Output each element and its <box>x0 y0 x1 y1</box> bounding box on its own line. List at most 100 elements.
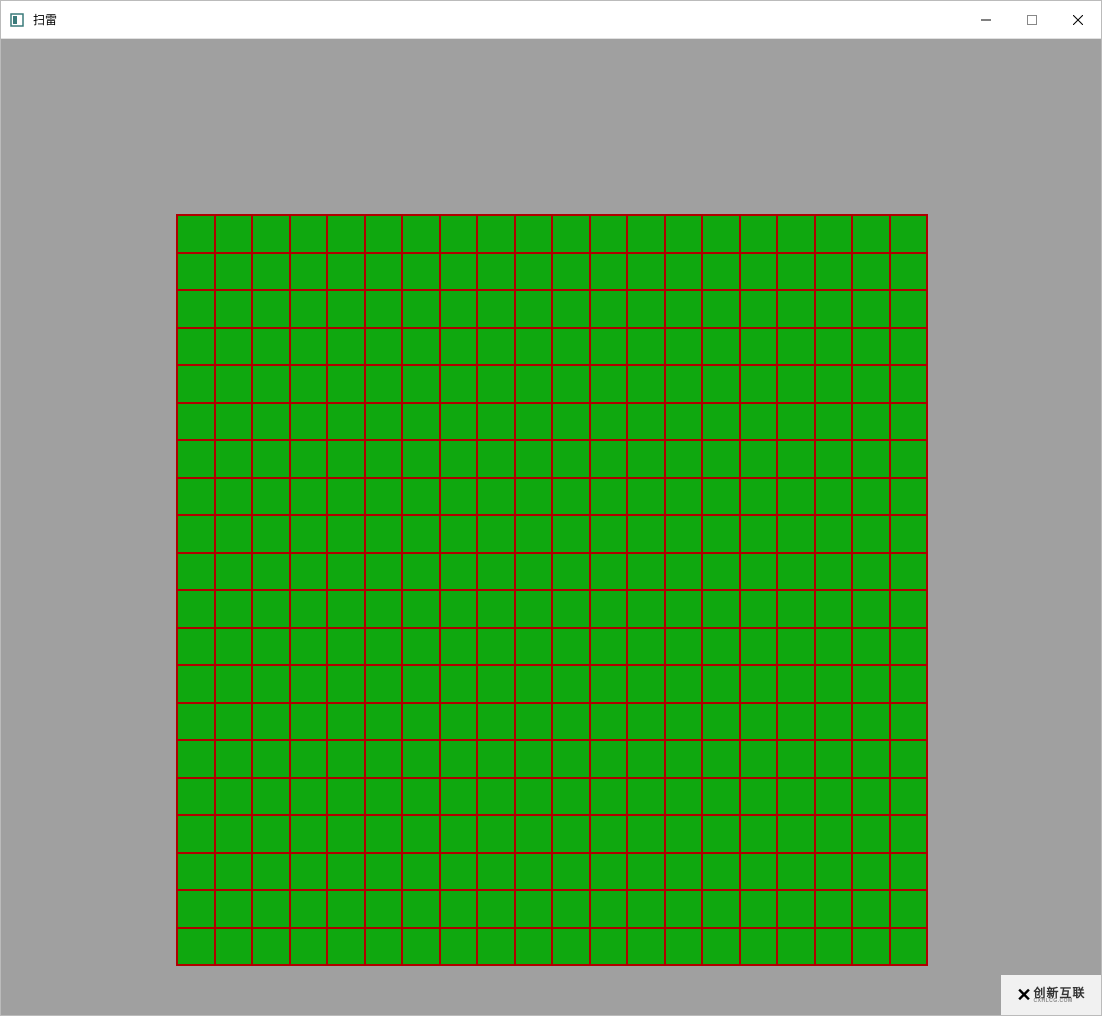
mine-cell[interactable] <box>177 740 215 778</box>
mine-cell[interactable] <box>627 590 665 628</box>
mine-cell[interactable] <box>327 928 365 966</box>
mine-cell[interactable] <box>852 665 890 703</box>
mine-cell[interactable] <box>590 778 628 816</box>
mine-cell[interactable] <box>740 853 778 891</box>
mine-cell[interactable] <box>702 478 740 516</box>
mine-cell[interactable] <box>552 553 590 591</box>
mine-cell[interactable] <box>365 740 403 778</box>
mine-cell[interactable] <box>365 778 403 816</box>
mine-cell[interactable] <box>702 328 740 366</box>
mine-cell[interactable] <box>890 778 928 816</box>
mine-cell[interactable] <box>440 478 478 516</box>
mine-cell[interactable] <box>552 928 590 966</box>
mine-cell[interactable] <box>252 478 290 516</box>
mine-cell[interactable] <box>477 853 515 891</box>
mine-cell[interactable] <box>177 365 215 403</box>
mine-cell[interactable] <box>665 778 703 816</box>
mine-cell[interactable] <box>627 740 665 778</box>
mine-cell[interactable] <box>665 553 703 591</box>
mine-cell[interactable] <box>590 290 628 328</box>
mine-cell[interactable] <box>740 590 778 628</box>
mine-cell[interactable] <box>815 478 853 516</box>
mine-cell[interactable] <box>290 815 328 853</box>
mine-cell[interactable] <box>777 928 815 966</box>
mine-cell[interactable] <box>665 290 703 328</box>
mine-cell[interactable] <box>327 253 365 291</box>
mine-cell[interactable] <box>290 778 328 816</box>
mine-cell[interactable] <box>327 290 365 328</box>
mine-cell[interactable] <box>215 815 253 853</box>
mine-cell[interactable] <box>515 890 553 928</box>
mine-cell[interactable] <box>252 403 290 441</box>
mine-cell[interactable] <box>665 478 703 516</box>
mine-cell[interactable] <box>365 890 403 928</box>
mine-cell[interactable] <box>552 440 590 478</box>
mine-cell[interactable] <box>702 440 740 478</box>
mine-cell[interactable] <box>327 890 365 928</box>
mine-cell[interactable] <box>702 665 740 703</box>
mine-cell[interactable] <box>215 515 253 553</box>
mine-cell[interactable] <box>590 628 628 666</box>
mine-cell[interactable] <box>515 403 553 441</box>
mine-cell[interactable] <box>290 290 328 328</box>
mine-cell[interactable] <box>815 290 853 328</box>
mine-cell[interactable] <box>327 515 365 553</box>
mine-cell[interactable] <box>215 215 253 253</box>
mine-cell[interactable] <box>177 328 215 366</box>
mine-cell[interactable] <box>215 290 253 328</box>
mine-cell[interactable] <box>777 590 815 628</box>
mine-cell[interactable] <box>515 440 553 478</box>
mine-cell[interactable] <box>665 590 703 628</box>
mine-cell[interactable] <box>627 703 665 741</box>
mine-cell[interactable] <box>515 553 553 591</box>
mine-cell[interactable] <box>515 853 553 891</box>
mine-cell[interactable] <box>215 478 253 516</box>
mine-cell[interactable] <box>477 740 515 778</box>
mine-cell[interactable] <box>252 740 290 778</box>
mine-cell[interactable] <box>515 215 553 253</box>
mine-cell[interactable] <box>627 778 665 816</box>
mine-cell[interactable] <box>590 403 628 441</box>
mine-cell[interactable] <box>890 703 928 741</box>
mine-cell[interactable] <box>252 703 290 741</box>
mine-cell[interactable] <box>215 365 253 403</box>
mine-cell[interactable] <box>627 290 665 328</box>
mine-cell[interactable] <box>402 665 440 703</box>
mine-cell[interactable] <box>777 365 815 403</box>
mine-cell[interactable] <box>702 928 740 966</box>
mine-cell[interactable] <box>215 890 253 928</box>
mine-cell[interactable] <box>815 440 853 478</box>
mine-cell[interactable] <box>477 778 515 816</box>
mine-cell[interactable] <box>740 290 778 328</box>
mine-cell[interactable] <box>740 890 778 928</box>
mine-cell[interactable] <box>477 478 515 516</box>
mine-cell[interactable] <box>890 440 928 478</box>
mine-cell[interactable] <box>290 928 328 966</box>
mine-cell[interactable] <box>740 215 778 253</box>
mine-cell[interactable] <box>890 253 928 291</box>
mine-cell[interactable] <box>740 778 778 816</box>
mine-cell[interactable] <box>552 515 590 553</box>
mine-cell[interactable] <box>515 628 553 666</box>
mine-cell[interactable] <box>290 515 328 553</box>
mine-cell[interactable] <box>815 515 853 553</box>
close-button[interactable] <box>1055 1 1101 39</box>
mine-cell[interactable] <box>852 478 890 516</box>
mine-cell[interactable] <box>365 553 403 591</box>
mine-cell[interactable] <box>252 590 290 628</box>
mine-cell[interactable] <box>890 628 928 666</box>
mine-cell[interactable] <box>402 628 440 666</box>
mine-cell[interactable] <box>702 815 740 853</box>
mine-cell[interactable] <box>740 815 778 853</box>
mine-cell[interactable] <box>477 928 515 966</box>
mine-cell[interactable] <box>665 365 703 403</box>
mine-cell[interactable] <box>290 253 328 291</box>
mine-cell[interactable] <box>290 365 328 403</box>
mine-cell[interactable] <box>252 853 290 891</box>
mine-cell[interactable] <box>590 253 628 291</box>
mine-cell[interactable] <box>552 365 590 403</box>
mine-cell[interactable] <box>627 515 665 553</box>
mine-cell[interactable] <box>477 590 515 628</box>
mine-cell[interactable] <box>327 365 365 403</box>
mine-cell[interactable] <box>290 553 328 591</box>
